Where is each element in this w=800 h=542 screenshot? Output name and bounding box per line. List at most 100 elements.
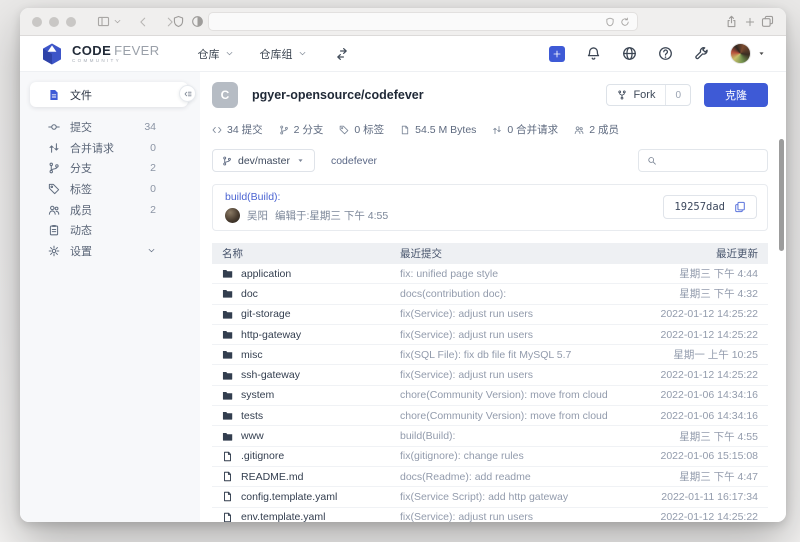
- file-name[interactable]: ssh-gateway: [241, 369, 300, 381]
- repo-name: pgyer-opensource/codefever: [252, 88, 424, 102]
- file-name[interactable]: misc: [241, 349, 263, 361]
- file-name[interactable]: application: [241, 268, 291, 280]
- copy-icon[interactable]: [734, 201, 746, 213]
- file-commit-message[interactable]: build(Build):: [400, 430, 608, 442]
- reload-icon[interactable]: [620, 17, 630, 27]
- file-name[interactable]: .gitignore: [241, 450, 284, 462]
- sidebar-item-icon: [48, 142, 60, 154]
- file-commit-message[interactable]: fix(SQL File): fix db file fit MySQL 5.7: [400, 349, 608, 361]
- file-name[interactable]: http-gateway: [241, 329, 301, 341]
- table-row[interactable]: system chore(Community Version): move fr…: [212, 386, 768, 406]
- sidebar-item[interactable]: 标签 0: [20, 179, 200, 200]
- share-icon[interactable]: [725, 15, 738, 28]
- sidebar-item-count: 0: [150, 142, 156, 154]
- file-commit-message[interactable]: fix(Service): adjust run users: [400, 308, 608, 320]
- file-table-body: application fix: unified page style 星期三 …: [212, 264, 768, 522]
- codefever-logo[interactable]: CODEFEVER COMMUNITY: [40, 42, 160, 66]
- file-commit-message[interactable]: fix(gitignore): change rules: [400, 450, 608, 462]
- window-minimize-button[interactable]: [49, 17, 59, 27]
- browser-sidebar-button[interactable]: [97, 15, 122, 28]
- sidebar-item[interactable]: 合并请求 0: [20, 138, 200, 159]
- file-commit-message[interactable]: docs(contribution doc):: [400, 288, 608, 300]
- vertical-scrollbar[interactable]: [779, 139, 784, 251]
- repo-stat-item[interactable]: 2 分支: [279, 122, 324, 137]
- sidebar-item-label: 提交: [70, 119, 92, 135]
- file-commit-message[interactable]: chore(Community Version): move from clou…: [400, 389, 608, 401]
- repo-stat-item[interactable]: 0 合并请求: [492, 122, 558, 137]
- table-row[interactable]: www build(Build): 星期三 下午 4:55: [212, 426, 768, 446]
- file-commit-message[interactable]: fix(Service): adjust run users: [400, 511, 608, 522]
- table-row[interactable]: application fix: unified page style 星期三 …: [212, 264, 768, 284]
- table-row[interactable]: config.template.yaml fix(Service Script)…: [212, 487, 768, 507]
- topnav-item[interactable]: 仓库组: [260, 46, 307, 62]
- table-row[interactable]: tests chore(Community Version): move fro…: [212, 406, 768, 426]
- window-zoom-button[interactable]: [66, 17, 76, 27]
- file-search[interactable]: [638, 149, 768, 172]
- repo-stat-item[interactable]: 54.5 M Bytes: [400, 122, 476, 137]
- table-row[interactable]: env.template.yaml fix(Service): adjust r…: [212, 508, 768, 522]
- table-row[interactable]: misc fix(SQL File): fix db file fit MySQ…: [212, 345, 768, 365]
- address-bar[interactable]: [208, 12, 638, 31]
- notifications-bell-icon[interactable]: [586, 46, 601, 61]
- topnav-item[interactable]: 仓库: [198, 46, 234, 62]
- table-row[interactable]: ssh-gateway fix(Service): adjust run use…: [212, 365, 768, 385]
- sidebar-item[interactable]: 动态: [20, 220, 200, 241]
- language-globe-icon[interactable]: [622, 46, 637, 61]
- table-row[interactable]: doc docs(contribution doc): 星期三 下午 4:32: [212, 284, 768, 304]
- user-menu[interactable]: [730, 43, 766, 64]
- table-row[interactable]: .gitignore fix(gitignore): change rules …: [212, 447, 768, 467]
- address-shield-icon[interactable]: [605, 17, 615, 27]
- chevron-down-icon: [147, 246, 156, 255]
- file-type-icon: [222, 329, 233, 340]
- clone-button[interactable]: 克隆: [704, 83, 768, 107]
- file-type-icon: [222, 349, 233, 360]
- repo-stat-item[interactable]: 0 标签: [339, 122, 384, 137]
- file-name[interactable]: env.template.yaml: [241, 511, 325, 522]
- tabs-overview-icon[interactable]: [761, 15, 774, 28]
- file-name[interactable]: doc: [241, 288, 258, 300]
- create-new-button[interactable]: [549, 46, 565, 62]
- sidebar-item-icon: [48, 224, 60, 236]
- file-name[interactable]: www: [241, 430, 264, 442]
- sidebar-item[interactable]: 成员 2: [20, 199, 200, 220]
- breadcrumb[interactable]: codefever: [331, 155, 377, 167]
- table-row[interactable]: README.md docs(Readme): add readme 星期三 下…: [212, 467, 768, 487]
- file-name[interactable]: system: [241, 389, 274, 401]
- sidebar-collapse-button[interactable]: [179, 85, 196, 102]
- repo-stat-item[interactable]: 2 成员: [574, 122, 619, 137]
- file-commit-message[interactable]: fix(Service): adjust run users: [400, 329, 608, 341]
- file-name[interactable]: git-storage: [241, 308, 291, 320]
- file-commit-message[interactable]: chore(Community Version): move from clou…: [400, 410, 608, 422]
- file-commit-message[interactable]: fix: unified page style: [400, 268, 608, 280]
- file-type-icon: [222, 370, 233, 381]
- commit-author[interactable]: 吴阳: [247, 208, 268, 223]
- sidebar-item[interactable]: 分支 2: [20, 158, 200, 179]
- table-row[interactable]: http-gateway fix(Service): adjust run us…: [212, 325, 768, 345]
- sidebar-item-label: 标签: [70, 181, 92, 197]
- switch-icon[interactable]: [335, 47, 349, 61]
- search-input[interactable]: [662, 155, 759, 167]
- file-name[interactable]: README.md: [241, 471, 303, 483]
- commit-message-link[interactable]: build(Build):: [225, 191, 388, 204]
- file-commit-message[interactable]: fix(Service Script): add http gateway: [400, 491, 608, 503]
- admin-wrench-icon[interactable]: [694, 46, 709, 61]
- branch-selector[interactable]: dev/master: [212, 149, 315, 172]
- fork-button[interactable]: Fork: [607, 85, 665, 105]
- sidebar-item[interactable]: 提交 34: [20, 117, 200, 138]
- fork-count[interactable]: 0: [665, 85, 690, 105]
- file-name[interactable]: config.template.yaml: [241, 491, 337, 503]
- window-close-button[interactable]: [32, 17, 42, 27]
- file-commit-message[interactable]: docs(Readme): add readme: [400, 471, 608, 483]
- table-row[interactable]: git-storage fix(Service): adjust run use…: [212, 305, 768, 325]
- commit-hash-button[interactable]: 19257dad: [663, 195, 757, 219]
- file-commit-message[interactable]: fix(Service): adjust run users: [400, 369, 608, 381]
- browser-back-button[interactable]: [137, 16, 149, 28]
- repo-stat-item[interactable]: 34 提交: [212, 122, 263, 137]
- new-tab-plus-icon[interactable]: [744, 16, 756, 28]
- extension-shield-icon[interactable]: [172, 15, 185, 28]
- extension-half-circle-icon[interactable]: [191, 15, 204, 28]
- help-question-icon[interactable]: [658, 46, 673, 61]
- file-name[interactable]: tests: [241, 410, 263, 422]
- sidebar-item[interactable]: 设置: [20, 241, 200, 262]
- sidebar-item[interactable]: 文件: [30, 82, 188, 107]
